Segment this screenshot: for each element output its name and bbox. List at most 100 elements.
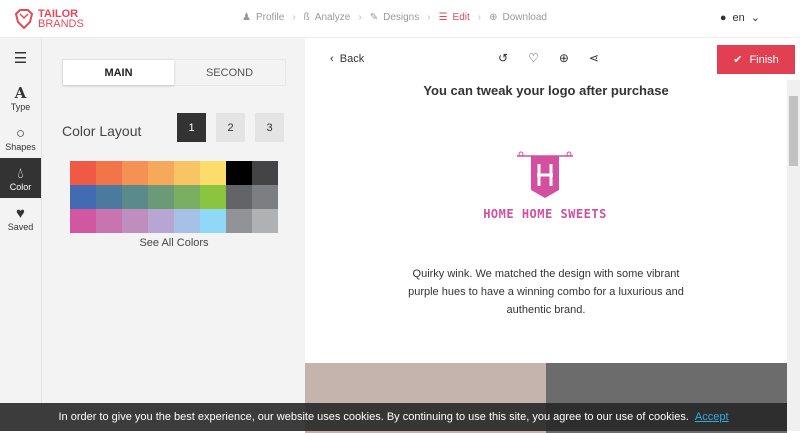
color-swatch[interactable] (226, 185, 252, 209)
sidebar-item-color[interactable]: 💧︎ Color (0, 158, 41, 198)
layout-option-2[interactable]: 2 (216, 113, 245, 142)
logo-icon (14, 9, 34, 30)
cookie-banner: In order to give you the best experience… (0, 403, 787, 431)
sliders-icon: ☰ (438, 12, 448, 23)
color-swatch[interactable] (226, 161, 252, 185)
color-swatch[interactable] (252, 209, 278, 233)
heart-outline-icon[interactable]: ♡ (528, 51, 539, 65)
step-edit[interactable]: ☰ Edit (439, 12, 470, 23)
color-swatch[interactable] (148, 209, 174, 233)
color-swatch[interactable] (70, 185, 96, 209)
hamburger-icon: ☰ (13, 49, 28, 67)
logo-preview[interactable]: HOME HOME SWEETS (475, 150, 615, 221)
color-swatch[interactable] (174, 161, 200, 185)
undo-icon[interactable]: ↺ (498, 51, 508, 65)
header: TAILOR BRANDS ♟ Profile › ß Analyze › ✎ Design… (0, 0, 800, 38)
chevron-right-icon: › (477, 12, 482, 23)
layout-option-3[interactable]: 3 (255, 113, 284, 142)
pencil-icon: ✎ (369, 12, 379, 23)
type-icon: A (14, 83, 27, 102)
person-icon: ♟ (242, 12, 251, 23)
download-icon: ⊕ (489, 12, 498, 23)
sidebar-item-label: Color (9, 181, 32, 192)
design-description: Quirky wink. We matched the design with … (408, 268, 684, 316)
finish-label: Finish (749, 53, 779, 66)
color-swatch-grid (70, 161, 278, 233)
check-icon: ✔ (733, 54, 743, 66)
color-swatch[interactable] (96, 161, 122, 185)
back-button[interactable]: ‹ Back (330, 53, 364, 65)
color-swatch[interactable] (122, 209, 148, 233)
tailor-brands-logo[interactable]: TAILOR BRANDS (14, 8, 84, 30)
cookie-text: In order to give you the best experience… (58, 411, 689, 423)
scrollbar[interactable] (787, 80, 800, 431)
step-label: Edit (452, 12, 470, 23)
chevron-right-icon: › (427, 12, 431, 23)
layout-option-1[interactable]: 1 (177, 113, 206, 142)
color-swatch[interactable] (70, 161, 96, 185)
color-swatch[interactable] (200, 185, 226, 209)
sidebar-item-type[interactable]: A Type (0, 78, 41, 118)
chevron-down-icon: ⌄ (750, 12, 760, 24)
color-swatch[interactable] (122, 161, 148, 185)
tab-second[interactable]: SECOND (174, 60, 285, 85)
sidebar-item-label: Type (10, 101, 31, 112)
step-download[interactable]: ⊕ Download (489, 12, 547, 23)
tab-main[interactable]: MAIN (63, 60, 174, 85)
color-swatch[interactable] (174, 185, 200, 209)
heart-icon: ♥ (16, 204, 25, 222)
step-label: Designs (383, 12, 420, 23)
language-selector[interactable]: ● en ⌄ (719, 11, 760, 25)
step-label: Download (502, 12, 547, 23)
color-swatch[interactable] (200, 209, 226, 233)
analyze-icon: ß (303, 12, 310, 23)
globe-icon: ● (719, 11, 727, 24)
step-label: Analyze (314, 12, 351, 23)
step-profile[interactable]: ♟ Profile (242, 12, 284, 23)
share-icon[interactable]: ⋖ (589, 51, 599, 65)
banner-h-icon (517, 151, 573, 198)
color-swatch[interactable] (148, 185, 174, 209)
color-swatch[interactable] (252, 185, 278, 209)
see-all-colors-link[interactable]: See All Colors (70, 237, 278, 249)
color-swatch[interactable] (200, 161, 226, 185)
headline: You can tweak your logo after purchase (423, 83, 669, 98)
step-analyze[interactable]: ß Analyze (304, 12, 351, 23)
color-tabs: MAIN SECOND (62, 59, 286, 86)
color-swatch[interactable] (122, 185, 148, 209)
preview-area: ‹ Back ↺ ♡ ⊕ ⋖ ✔ Finish You can tweak you… (305, 38, 795, 433)
back-label: Back (339, 53, 365, 65)
finish-button[interactable]: ✔ Finish (717, 45, 795, 74)
language-value: en (732, 11, 745, 24)
drop-icon: 💧︎ (17, 164, 24, 182)
color-swatch[interactable] (70, 209, 96, 233)
color-panel: MAIN SECOND Color Layout 1 2 3 See All C… (42, 38, 305, 431)
sidebar-item-shapes[interactable]: ○ Shapes (0, 118, 41, 158)
download-icon[interactable]: ⊕ (559, 51, 569, 65)
step-label: Profile (255, 12, 285, 23)
color-swatch[interactable] (148, 161, 174, 185)
preview-toolbar: ↺ ♡ ⊕ ⋖ (498, 51, 599, 65)
color-swatch[interactable] (96, 209, 122, 233)
sidebar-item-label: Shapes (5, 141, 36, 152)
circle-icon: ○ (15, 124, 26, 142)
progress-steps: ♟ Profile › ß Analyze › ✎ Designs › ☰ Edit › ⊕ Do… (242, 12, 547, 23)
logo-line2: BRANDS (38, 18, 84, 30)
brand-name: HOME HOME SWEETS (483, 207, 607, 221)
menu-button[interactable]: ☰ (0, 38, 41, 78)
step-designs[interactable]: ✎ Designs (370, 12, 420, 23)
color-swatch[interactable] (96, 185, 122, 209)
chevron-right-icon: › (292, 12, 296, 23)
chevron-right-icon: › (358, 12, 362, 23)
color-layout-options: 1 2 3 (177, 113, 284, 142)
color-layout-label: Color Layout (62, 123, 142, 139)
scrollbar-thumb[interactable] (789, 96, 798, 166)
color-swatch[interactable] (252, 161, 278, 185)
tool-sidebar: ☰ A Type ○ Shapes 💧︎ Color ♥ Saved (0, 38, 42, 431)
color-swatch[interactable] (226, 209, 252, 233)
accept-cookies-link[interactable]: Accept (695, 411, 729, 423)
chevron-left-icon: ‹ (330, 53, 334, 65)
sidebar-item-label: Saved (7, 221, 34, 232)
color-swatch[interactable] (174, 209, 200, 233)
sidebar-item-saved[interactable]: ♥ Saved (0, 198, 41, 238)
